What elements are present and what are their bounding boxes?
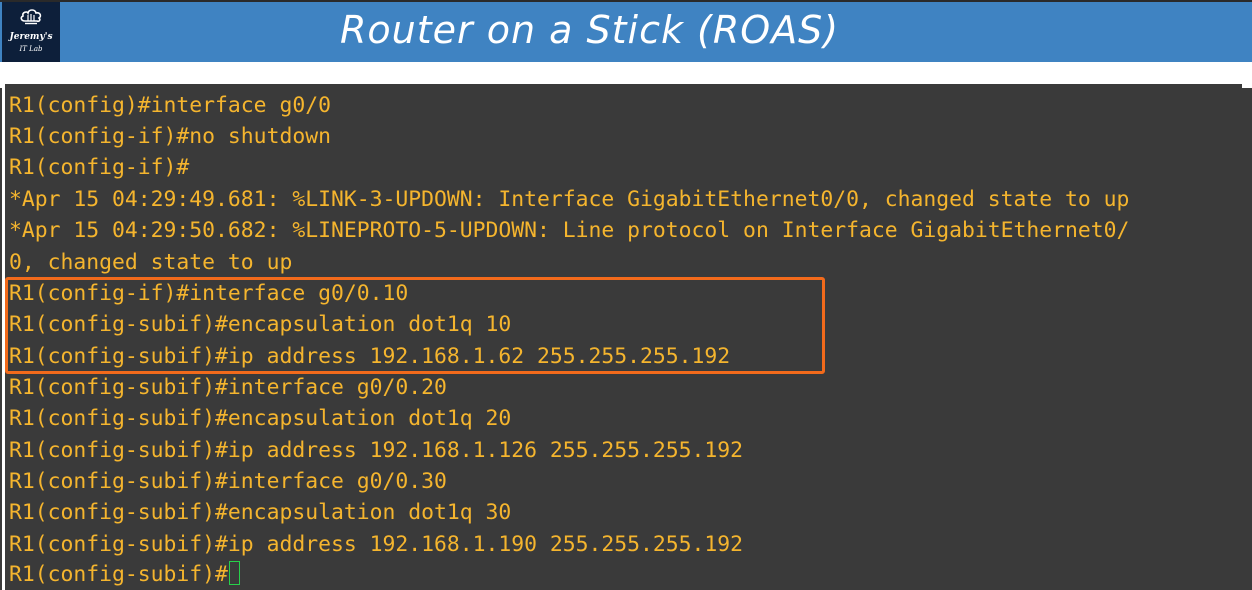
terminal-line: R1(config-if)#no shutdown bbox=[9, 124, 331, 149]
slide-header: Jeremy's IT Lab Router on a Stick (ROAS) bbox=[0, 0, 1252, 62]
logo-text-line2: IT Lab bbox=[19, 45, 43, 53]
terminal-line: R1(config-subif)#encapsulation dot1q 20 bbox=[9, 406, 512, 431]
scrollbar-stub bbox=[1242, 62, 1252, 88]
terminal-line: R1(config-subif)#ip address 192.168.1.19… bbox=[9, 532, 744, 557]
terminal-line: R1(config-subif)#ip address 192.168.1.12… bbox=[9, 438, 744, 463]
slide-title: Router on a Stick (ROAS) bbox=[340, 8, 840, 52]
terminal-line: R1(config-subif)#interface g0/0.30 bbox=[9, 469, 447, 494]
text-cursor bbox=[228, 561, 240, 585]
jeremys-it-lab-logo: Jeremy's IT Lab bbox=[2, 2, 60, 62]
terminal-line: R1(config-subif)#encapsulation dot1q 30 bbox=[9, 500, 512, 525]
logo-text-line1: Jeremy's bbox=[9, 32, 53, 42]
terminal-line: R1(config-if)# bbox=[9, 155, 190, 180]
terminal-line: R1(config-subif)#interface g0/0.20 bbox=[9, 375, 447, 400]
terminal-line: R1(config-if)#interface g0/0.10 bbox=[9, 281, 409, 306]
terminal-prompt: R1(config-subif)# bbox=[9, 562, 228, 587]
terminal-prompt-line[interactable]: R1(config-subif)# bbox=[9, 559, 240, 590]
terminal-line: R1(config)#interface g0/0 bbox=[9, 93, 331, 118]
terminal-line: R1(config-subif)#ip address 192.168.1.62… bbox=[9, 344, 731, 369]
terminal-line: *Apr 15 04:29:50.682: %LINEPROTO-5-UPDOW… bbox=[9, 218, 1130, 243]
cloud-circuit-icon bbox=[20, 9, 42, 25]
terminal-window[interactable]: R1(config)#interface g0/0 R1(config-if)#… bbox=[2, 84, 1250, 590]
terminal-line: R1(config-subif)#encapsulation dot1q 10 bbox=[9, 312, 512, 337]
terminal-line: 0, changed state to up bbox=[9, 250, 293, 275]
terminal-line: *Apr 15 04:29:49.681: %LINK-3-UPDOWN: In… bbox=[9, 187, 1130, 212]
